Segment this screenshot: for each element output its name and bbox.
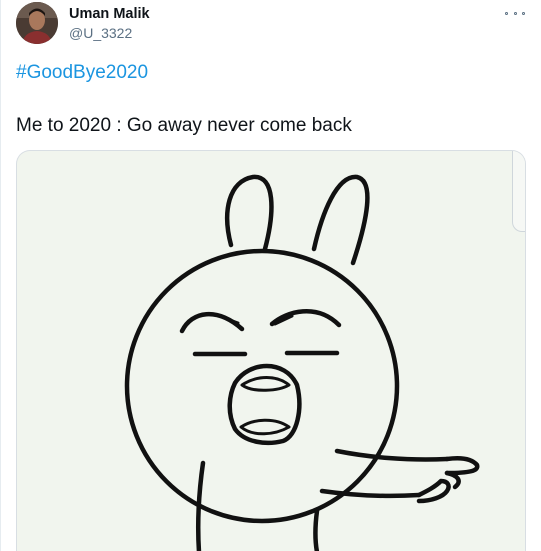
arm-bottom: [319, 488, 422, 499]
hashtag-link[interactable]: #GoodBye2020: [16, 62, 148, 84]
arm-top: [334, 448, 450, 462]
more-dot: [513, 11, 517, 15]
right-eyebrow: [269, 309, 342, 328]
tweet-media-image[interactable]: [16, 150, 526, 551]
tweet-text: Me to 2020 : Go away never come back: [16, 115, 352, 136]
head-outline: [124, 248, 400, 524]
more-options-icon[interactable]: [505, 6, 525, 20]
author-handle[interactable]: @U_3322: [69, 25, 132, 41]
more-dot: [522, 11, 525, 15]
hand-thumb: [416, 478, 451, 504]
pointing-finger: [444, 456, 480, 476]
tweet-card[interactable]: Uman Malik @U_3322 #GoodBye2020 Me to 20…: [0, 0, 541, 551]
body-right-line: [313, 508, 320, 551]
upper-teeth: [240, 376, 291, 392]
media-scroll-edge: [512, 151, 525, 232]
lower-teeth: [239, 418, 291, 436]
left-ear-outline: [224, 174, 274, 252]
avatar[interactable]: [16, 2, 58, 44]
more-dot: [505, 11, 508, 15]
right-ear-outline: [311, 174, 370, 266]
bunny-meme-drawing: [124, 174, 480, 551]
author-display-name[interactable]: Uman Malik: [69, 6, 150, 22]
avatar-image: [16, 2, 58, 44]
